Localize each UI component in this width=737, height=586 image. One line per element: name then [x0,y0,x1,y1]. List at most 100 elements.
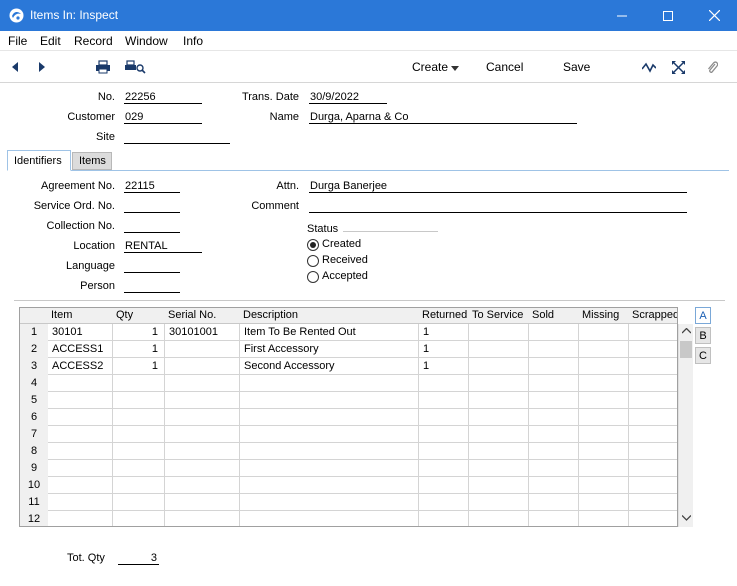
description-cell[interactable] [240,511,419,526]
status-accepted-radio[interactable]: Accepted [307,270,377,284]
returned-cell[interactable] [419,477,469,494]
sold-cell[interactable] [529,324,579,341]
to-service-cell[interactable] [469,426,529,443]
serial-cell[interactable] [165,409,240,426]
description-cell[interactable] [240,443,419,460]
scroll-up-icon[interactable] [682,328,691,334]
side-tab-a[interactable]: A [695,307,711,324]
cancel-button[interactable]: Cancel [486,60,523,74]
menu-record[interactable]: Record [74,34,113,48]
next-record-button[interactable] [32,57,52,77]
customer-field[interactable]: 029 [124,111,202,124]
item-cell[interactable]: ACCESS2 [48,358,113,375]
serial-cell[interactable] [165,358,240,375]
language-field[interactable] [124,260,180,273]
description-cell[interactable] [240,477,419,494]
qty-cell[interactable] [113,494,165,511]
to-service-cell[interactable] [469,358,529,375]
item-cell[interactable] [48,392,113,409]
serial-cell[interactable] [165,443,240,460]
qty-cell[interactable] [113,477,165,494]
missing-cell[interactable] [579,426,629,443]
returned-cell[interactable] [419,392,469,409]
fullscreen-button[interactable] [668,57,688,77]
status-received-radio[interactable]: Received [307,254,377,268]
description-cell[interactable] [240,426,419,443]
name-field[interactable]: Durga, Aparna & Co [309,111,577,124]
qty-cell[interactable] [113,426,165,443]
location-field[interactable]: RENTAL [124,240,202,253]
missing-cell[interactable] [579,409,629,426]
sold-cell[interactable] [529,426,579,443]
to-service-cell[interactable] [469,477,529,494]
column-header-scrapped[interactable]: Scrapped [629,308,677,324]
column-header-serial-no[interactable]: Serial No. [165,308,240,324]
column-header-item[interactable]: Item [48,308,113,324]
qty-cell[interactable] [113,511,165,526]
scrapped-cell[interactable] [629,375,677,392]
item-cell[interactable] [48,426,113,443]
scrapped-cell[interactable] [629,494,677,511]
sold-cell[interactable] [529,511,579,526]
missing-cell[interactable] [579,375,629,392]
description-cell[interactable]: Second Accessory [240,358,419,375]
to-service-cell[interactable] [469,375,529,392]
item-cell[interactable] [48,494,113,511]
serial-cell[interactable] [165,477,240,494]
item-cell[interactable] [48,511,113,526]
no-field[interactable]: 22256 [124,91,202,104]
activity-button[interactable] [639,57,659,77]
description-cell[interactable] [240,375,419,392]
print-preview-button[interactable] [123,57,147,77]
returned-cell[interactable] [419,511,469,526]
returned-cell[interactable]: 1 [419,341,469,358]
print-button[interactable] [93,57,113,77]
sold-cell[interactable] [529,443,579,460]
close-button[interactable] [691,0,737,31]
to-service-cell[interactable] [469,443,529,460]
collection-no-field[interactable] [124,220,180,233]
scrapped-cell[interactable] [629,477,677,494]
sold-cell[interactable] [529,341,579,358]
serial-cell[interactable]: 30101001 [165,324,240,341]
column-header-to-service[interactable]: To Service [469,308,529,324]
returned-cell[interactable]: 1 [419,324,469,341]
returned-cell[interactable]: 1 [419,358,469,375]
sold-cell[interactable] [529,358,579,375]
chevron-down-icon[interactable] [451,66,459,71]
returned-cell[interactable] [419,375,469,392]
save-button[interactable]: Save [563,60,590,74]
item-cell[interactable] [48,443,113,460]
maximize-button[interactable] [645,0,691,31]
to-service-cell[interactable] [469,341,529,358]
missing-cell[interactable] [579,324,629,341]
returned-cell[interactable] [419,494,469,511]
sold-cell[interactable] [529,460,579,477]
serial-cell[interactable] [165,375,240,392]
missing-cell[interactable] [579,443,629,460]
comment-field[interactable] [309,200,687,213]
missing-cell[interactable] [579,392,629,409]
create-button[interactable]: Create [412,60,448,74]
sold-cell[interactable] [529,392,579,409]
scroll-down-icon[interactable] [682,515,691,521]
to-service-cell[interactable] [469,494,529,511]
to-service-cell[interactable] [469,324,529,341]
description-cell[interactable]: First Accessory [240,341,419,358]
qty-cell[interactable] [113,409,165,426]
returned-cell[interactable] [419,426,469,443]
scrapped-cell[interactable] [629,358,677,375]
tab-items[interactable]: Items [72,152,112,170]
items-grid[interactable]: Item Qty Serial No. Description Returned To S… [19,307,678,527]
qty-cell[interactable]: 1 [113,324,165,341]
side-tab-c[interactable]: C [695,347,711,364]
menu-info[interactable]: Info [183,34,203,48]
menu-edit[interactable]: Edit [40,34,61,48]
side-tab-b[interactable]: B [695,327,711,344]
missing-cell[interactable] [579,511,629,526]
attn-field[interactable]: Durga Banerjee [309,180,687,193]
attachment-button[interactable] [702,57,722,77]
item-cell[interactable] [48,375,113,392]
missing-cell[interactable] [579,460,629,477]
column-header-description[interactable]: Description [240,308,419,324]
